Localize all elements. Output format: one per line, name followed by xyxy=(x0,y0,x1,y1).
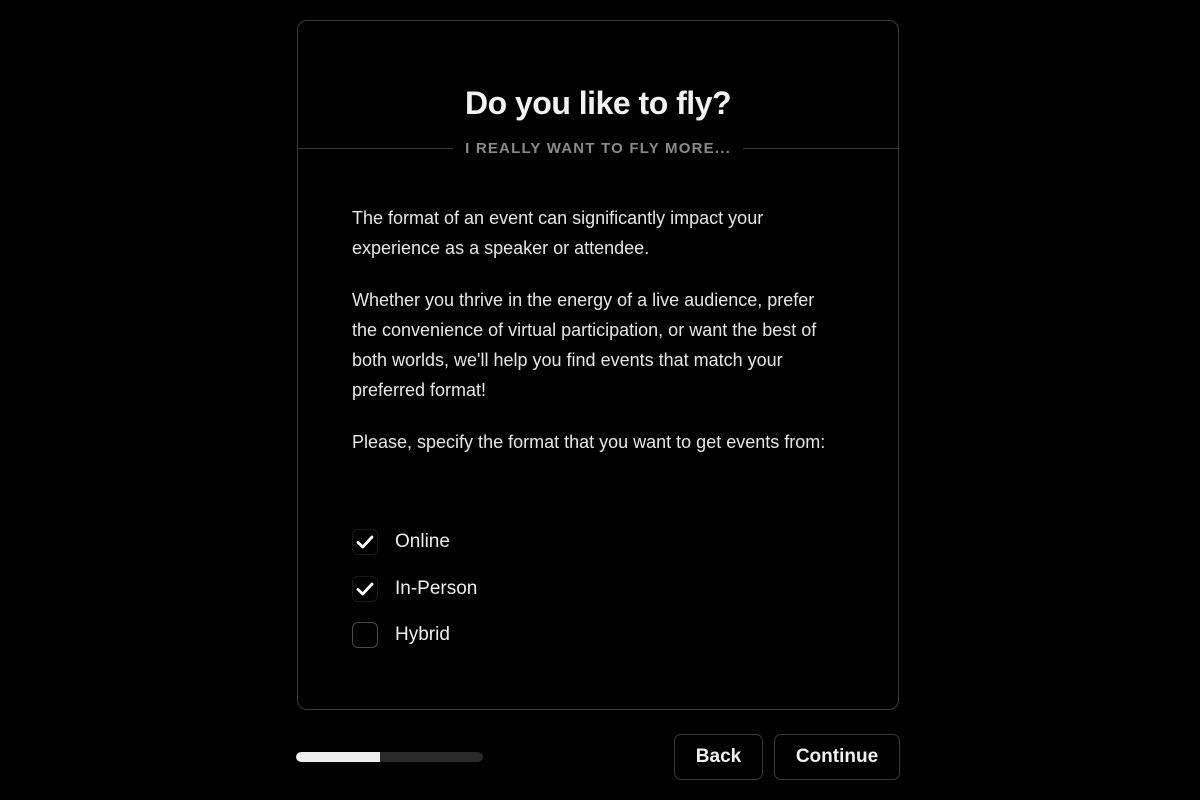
option-online[interactable]: Online xyxy=(352,529,477,555)
hybrid-checkbox[interactable] xyxy=(352,622,378,648)
in-person-checkbox[interactable] xyxy=(352,575,378,602)
description-paragraph-2: Whether you thrive in the energy of a li… xyxy=(352,290,817,400)
divider-subtitle: I REALLY WANT TO FLY MORE... xyxy=(465,139,731,157)
in-person-label: In-Person xyxy=(395,577,478,599)
question-card: Do you like to fly? I REALLY WANT TO FLY… xyxy=(297,20,899,710)
section-divider: I REALLY WANT TO FLY MORE... xyxy=(298,138,899,158)
option-in-person[interactable]: In-Person xyxy=(352,575,478,602)
option-hybrid[interactable]: Hybrid xyxy=(352,622,477,648)
check-icon xyxy=(356,535,374,549)
progress-bar xyxy=(296,752,483,762)
online-label: Online xyxy=(395,531,450,552)
divider-line-right xyxy=(742,147,899,149)
page-title: Do you like to fly? xyxy=(464,85,732,121)
back-button[interactable]: Back xyxy=(674,734,763,780)
continue-button[interactable]: Continue xyxy=(774,734,900,780)
description-paragraph-3: Please, specify the format that you want… xyxy=(352,432,826,452)
progress-fill xyxy=(296,752,381,762)
online-checkbox[interactable] xyxy=(352,529,378,555)
description: The format of an event can significantly… xyxy=(352,203,842,479)
check-icon xyxy=(356,582,374,595)
description-paragraph-1: The format of an event can significantly… xyxy=(352,208,764,258)
divider-line-left xyxy=(298,147,454,149)
hybrid-label: Hybrid xyxy=(395,624,450,645)
format-options: Online In-Person Hybrid xyxy=(352,529,477,669)
